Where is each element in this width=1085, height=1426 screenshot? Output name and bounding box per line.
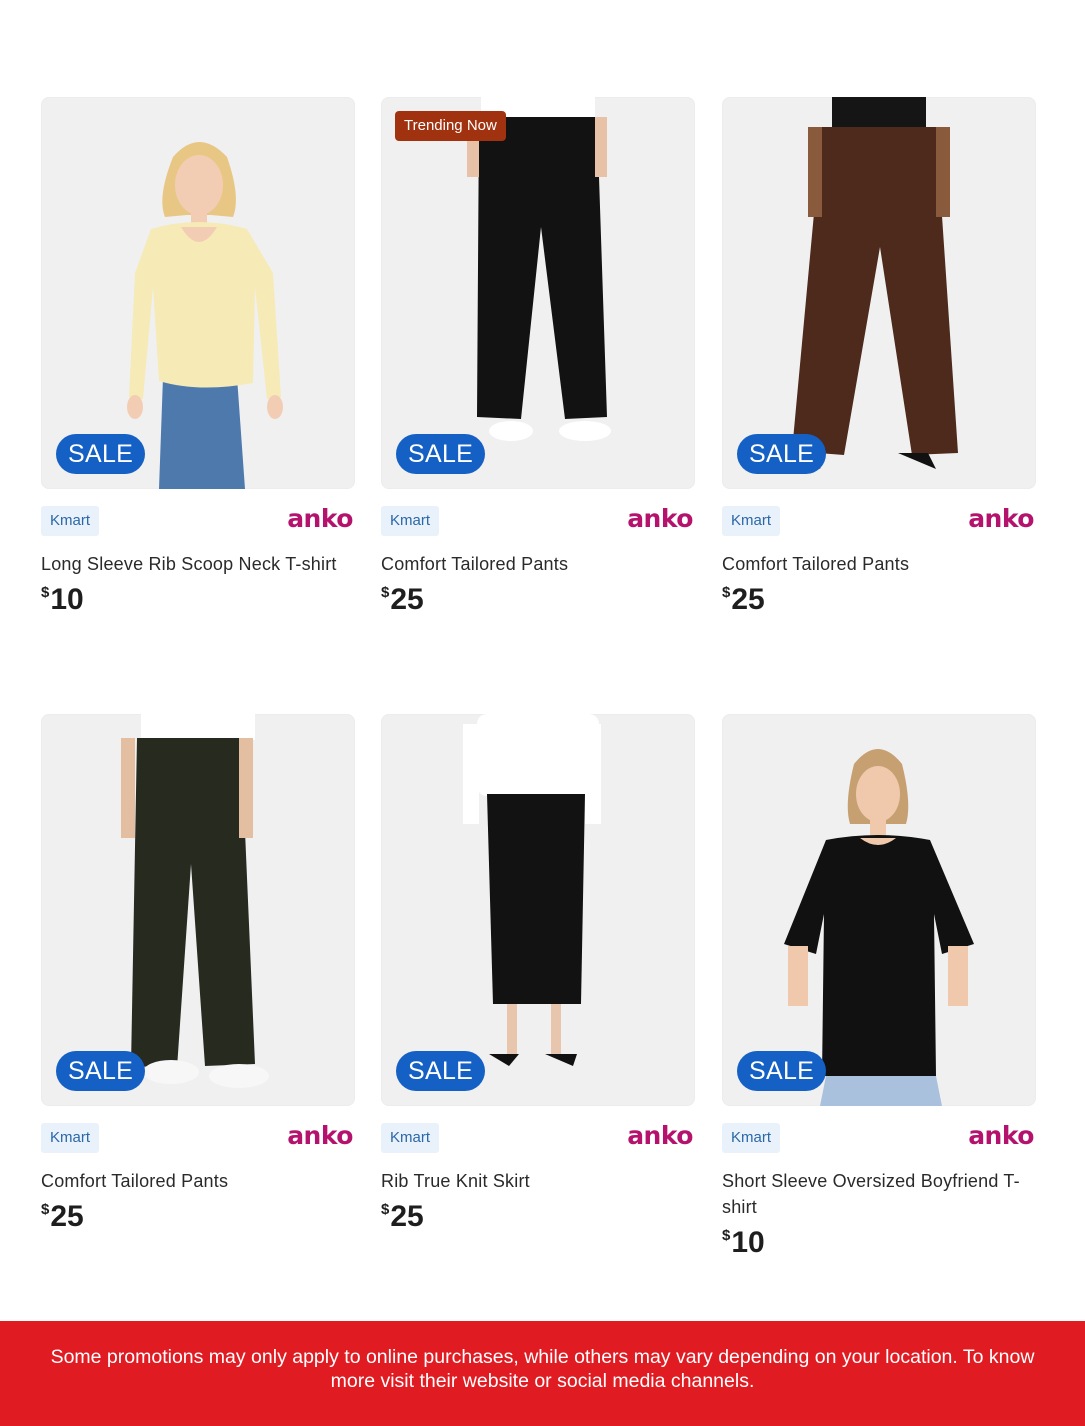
product-card[interactable]: SALE Kmart anko Long Sleeve Rib Scoop Ne… — [41, 97, 355, 617]
model-pants-illustration — [792, 97, 958, 469]
product-image[interactable]: SALE — [722, 97, 1036, 489]
product-image[interactable]: SALE — [722, 714, 1036, 1106]
product-card[interactable]: SALE Kmart anko Short Sleeve Oversized B… — [722, 714, 1036, 1260]
model-top-illustration — [127, 142, 283, 489]
product-card[interactable]: Trending Now SALE Kmart anko Comfort Tai… — [381, 97, 695, 617]
product-image[interactable]: SALE — [41, 97, 355, 489]
brand-logo: anko — [627, 504, 693, 533]
sale-badge: SALE — [396, 1051, 486, 1091]
brand-logo: anko — [627, 1121, 693, 1150]
sale-badge: SALE — [737, 434, 827, 474]
brand-logo: anko — [287, 504, 353, 533]
store-tag: Kmart — [722, 1123, 781, 1153]
product-title[interactable]: Comfort Tailored Pants — [381, 551, 695, 577]
model-pants-illustration — [467, 97, 611, 441]
sale-badge: SALE — [56, 1051, 146, 1091]
product-price: $10 — [41, 583, 84, 616]
product-title[interactable]: Comfort Tailored Pants — [722, 551, 1036, 577]
promotion-notice-banner: Some promotions may only apply to online… — [0, 1321, 1085, 1426]
product-price: $25 — [41, 1200, 84, 1233]
product-card[interactable]: SALE Kmart anko Comfort Tailored Pants $… — [41, 714, 355, 1234]
sale-badge: SALE — [396, 434, 486, 474]
sale-badge: SALE — [56, 434, 146, 474]
product-card[interactable]: SALE Kmart anko Rib True Knit Skirt $25 — [381, 714, 695, 1234]
product-title[interactable]: Comfort Tailored Pants — [41, 1168, 355, 1194]
product-price: $25 — [722, 583, 765, 616]
sale-badge: SALE — [737, 1051, 827, 1091]
product-image[interactable]: SALE — [381, 714, 695, 1106]
product-price: $25 — [381, 583, 424, 616]
store-tag: Kmart — [381, 506, 440, 536]
product-image[interactable]: Trending Now SALE — [381, 97, 695, 489]
model-tee-illustration — [784, 749, 974, 1106]
store-tag: Kmart — [41, 506, 100, 536]
product-title[interactable]: Rib True Knit Skirt — [381, 1168, 695, 1194]
brand-logo: anko — [287, 1121, 353, 1150]
product-image[interactable]: SALE — [41, 714, 355, 1106]
store-tag: Kmart — [41, 1123, 100, 1153]
model-pants-illustration — [121, 714, 269, 1088]
promotion-notice-text: Some promotions may only apply to online… — [50, 1345, 1035, 1392]
product-price: $25 — [381, 1200, 424, 1233]
trending-badge: Trending Now — [395, 111, 506, 141]
store-tag: Kmart — [381, 1123, 440, 1153]
product-price: $10 — [722, 1226, 765, 1259]
brand-logo: anko — [968, 504, 1034, 533]
product-card[interactable]: SALE Kmart anko Comfort Tailored Pants $… — [722, 97, 1036, 617]
model-skirt-illustration — [463, 714, 601, 1066]
brand-logo: anko — [968, 1121, 1034, 1150]
product-title[interactable]: Short Sleeve Oversized Boyfriend T-shirt — [722, 1168, 1036, 1220]
product-title[interactable]: Long Sleeve Rib Scoop Neck T-shirt — [41, 551, 355, 577]
store-tag: Kmart — [722, 506, 781, 536]
